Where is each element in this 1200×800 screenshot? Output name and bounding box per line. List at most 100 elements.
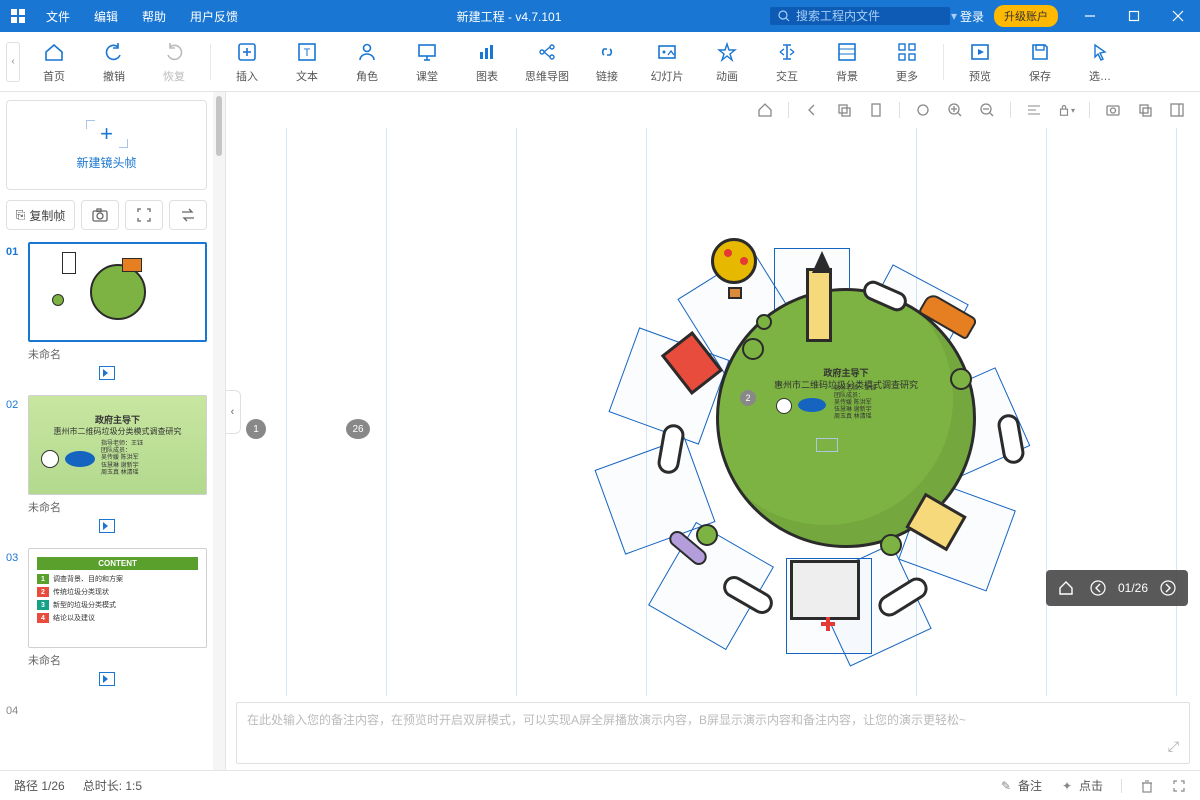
tb-preview[interactable]: 预览: [952, 36, 1008, 88]
copy-frame-button[interactable]: ⎘复制帧: [6, 200, 75, 230]
star-icon: [715, 40, 739, 64]
search-dropdown-icon[interactable]: ▾: [951, 9, 957, 23]
classroom-icon: [415, 40, 439, 64]
tb-more[interactable]: 更多: [879, 36, 935, 88]
new-frame-button[interactable]: + 新建镜头帧: [6, 100, 207, 190]
status-click[interactable]: ✦点击: [1060, 777, 1103, 794]
interact-icon: [775, 40, 799, 64]
tb-select[interactable]: 选…: [1072, 36, 1128, 88]
ctb-back[interactable]: [803, 101, 821, 119]
canvas[interactable]: 政府主导下 惠州市二维码垃圾分类模式调查研究 指导老师：王钰 团队成员： 吴传媛…: [226, 128, 1200, 696]
menu-feedback[interactable]: 用户反馈: [180, 4, 248, 29]
ctb-zoom-out[interactable]: [978, 101, 996, 119]
panel-collapse-handle[interactable]: ‹: [226, 390, 241, 434]
plus-icon: +: [100, 121, 113, 147]
maximize-button[interactable]: [1112, 0, 1156, 32]
marker-26[interactable]: 26: [346, 419, 370, 439]
menu-help[interactable]: 帮助: [132, 4, 176, 29]
slide-03-transition[interactable]: [6, 672, 207, 691]
ctb-layers[interactable]: [1136, 101, 1154, 119]
ctb-paste[interactable]: [867, 101, 885, 119]
tree-illustration: [742, 338, 764, 360]
qr-frame-button[interactable]: [125, 200, 163, 230]
chart-icon: [475, 40, 499, 64]
float-nav-home[interactable]: [1054, 576, 1078, 600]
tb-role[interactable]: 角色: [339, 36, 395, 88]
toolbar-collapse-left[interactable]: ‹: [6, 42, 20, 82]
ctb-align[interactable]: [1025, 101, 1043, 119]
slide-01-transition[interactable]: [6, 366, 207, 385]
tb-interact[interactable]: 交互: [759, 36, 815, 88]
ctb-camera[interactable]: [1104, 101, 1122, 119]
tb-save[interactable]: 保存: [1012, 36, 1068, 88]
status-path: 路径 1/26: [14, 777, 65, 794]
plus-box-icon: [235, 40, 259, 64]
ctb-lock[interactable]: ▾: [1057, 101, 1075, 119]
ctb-home[interactable]: [756, 101, 774, 119]
tb-text[interactable]: T文本: [279, 36, 335, 88]
menu-file[interactable]: 文件: [36, 4, 80, 29]
tree-illustration: [950, 368, 972, 390]
float-nav-next[interactable]: [1156, 576, 1180, 600]
slide-03-thumb[interactable]: CONTENT 1调查背景、目的和方案2传统垃圾分类现状3新型的垃圾分类模式4结…: [28, 548, 207, 648]
home-icon: [42, 40, 66, 64]
refresh-frame-button[interactable]: [169, 200, 207, 230]
ctb-zoom-in[interactable]: [946, 101, 964, 119]
marker-1[interactable]: 1: [246, 419, 266, 439]
search-box[interactable]: ▾: [770, 7, 950, 25]
tree-illustration: [696, 524, 718, 546]
camera-icon: [92, 208, 108, 222]
notes-panel[interactable]: 在此处输入您的备注内容，在预览时开启双屏模式，可以实现A屏全屏播放演示内容，B屏…: [236, 702, 1190, 764]
transition-icon: [99, 519, 115, 533]
status-remark[interactable]: ✎备注: [999, 777, 1042, 794]
float-nav-prev[interactable]: [1086, 576, 1110, 600]
upgrade-button[interactable]: 升级账户: [994, 5, 1058, 27]
tb-slide[interactable]: 幻灯片: [639, 36, 695, 88]
play-icon: [968, 40, 992, 64]
notes-expand-icon[interactable]: ⤢: [1168, 738, 1179, 755]
tb-background[interactable]: 背景: [819, 36, 875, 88]
tb-link[interactable]: 链接: [579, 36, 635, 88]
tb-classroom[interactable]: 课堂: [399, 36, 455, 88]
tb-redo[interactable]: 恢复: [146, 36, 202, 88]
slide-01[interactable]: 01 未命名: [6, 242, 207, 385]
close-button[interactable]: [1156, 0, 1200, 32]
login-link[interactable]: 登录: [960, 8, 984, 25]
ctb-copy[interactable]: [835, 101, 853, 119]
search-icon: [778, 10, 790, 22]
status-delete[interactable]: [1140, 779, 1154, 793]
planet-small-rect[interactable]: [816, 438, 838, 452]
search-input[interactable]: [796, 9, 951, 23]
slide-02-transition[interactable]: [6, 519, 207, 538]
cursor-icon: [1088, 40, 1112, 64]
marker-2[interactable]: 2: [740, 390, 756, 406]
status-expand[interactable]: [1172, 779, 1186, 793]
tb-undo[interactable]: 撤销: [86, 36, 142, 88]
transition-icon: [99, 366, 115, 380]
tb-mindmap[interactable]: 思维导图: [519, 36, 575, 88]
slide-04[interactable]: 04: [6, 701, 207, 717]
tb-home[interactable]: 首页: [26, 36, 82, 88]
tb-animation[interactable]: 动画: [699, 36, 755, 88]
minimize-button[interactable]: [1068, 0, 1112, 32]
slide-02-thumb[interactable]: 政府主导下 惠州市二维码垃圾分类模式调查研究 指导老师：王钰 团队成员： 吴传媛…: [28, 395, 207, 495]
slide-03[interactable]: 03 CONTENT 1调查背景、目的和方案2传统垃圾分类现状3新型的垃圾分类模…: [6, 548, 207, 691]
expand-icon: [1172, 779, 1186, 793]
pencil-icon: ✎: [999, 779, 1013, 793]
text-icon: T: [295, 40, 319, 64]
slide-02[interactable]: 02 政府主导下 惠州市二维码垃圾分类模式调查研究 指导老师：王钰 团队成员： …: [6, 395, 207, 538]
hospital-illustration: [790, 560, 860, 620]
slide-01-thumb[interactable]: [28, 242, 207, 342]
trash-icon: [1140, 779, 1154, 793]
tb-chart[interactable]: 图表: [459, 36, 515, 88]
menu-edit[interactable]: 编辑: [84, 4, 128, 29]
tb-insert[interactable]: 插入: [219, 36, 275, 88]
swap-icon: [180, 208, 196, 222]
camera-frame-button[interactable]: [81, 200, 119, 230]
save-icon: [1028, 40, 1052, 64]
sidebar-scrollbar[interactable]: [213, 92, 225, 770]
link-icon: [595, 40, 619, 64]
more-icon: [895, 40, 919, 64]
ctb-panel[interactable]: [1168, 101, 1186, 119]
ctb-zoom-fit[interactable]: [914, 101, 932, 119]
